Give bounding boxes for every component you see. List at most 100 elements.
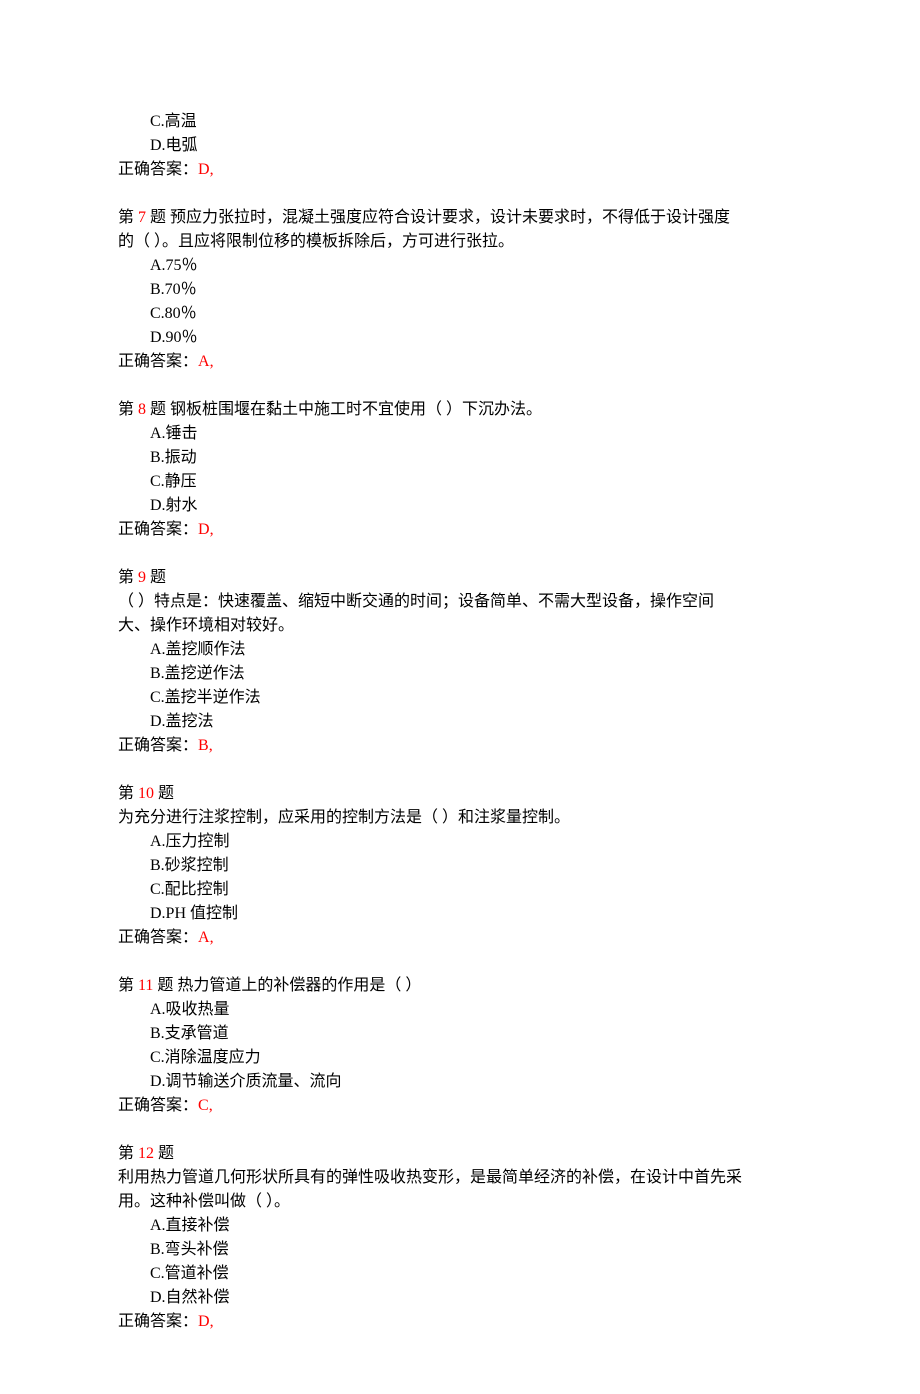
q9-option-a: A.盖挖顺作法: [118, 638, 802, 662]
q8-option-a: A.锤击: [118, 422, 802, 446]
option-text: C.配比控制: [150, 881, 229, 898]
q12-stem-line2: 用。这种补偿叫做（ ）。: [118, 1190, 802, 1214]
q-number: 8: [138, 401, 146, 418]
q12-header: 第 12 题: [118, 1142, 802, 1166]
option-text: A.锤击: [150, 425, 198, 442]
spacer: [118, 374, 802, 398]
option-text: D.调节输送介质流量、流向: [150, 1073, 342, 1090]
option-text: B.70％: [150, 281, 197, 298]
q12-stem-line1: 利用热力管道几何形状所具有的弹性吸收热变形，是最简单经济的补偿，在设计中首先采: [118, 1166, 802, 1190]
option-text: C.高温: [150, 113, 197, 130]
answer-value: D,: [198, 161, 214, 178]
option-text: A.直接补偿: [150, 1217, 230, 1234]
q8-stem: 第 8 题 钢板桩围堰在黏土中施工时不宜使用（ ）下沉办法。: [118, 398, 802, 422]
q9-stem-line1: （ ）特点是：快速覆盖、缩短中断交通的时间；设备简单、不需大型设备，操作空间: [118, 590, 802, 614]
option-text: B.砂浆控制: [150, 857, 229, 874]
page: C.高温 D.电弧 正确答案：D, 第 7 题 预应力张拉时，混凝土强度应符合设…: [0, 0, 920, 1394]
q-prefix: 第: [118, 785, 138, 802]
stem-text: 利用热力管道几何形状所具有的弹性吸收热变形，是最简单经济的补偿，在设计中首先采: [118, 1169, 742, 1186]
option-text: D.盖挖法: [150, 713, 214, 730]
q-number: 10: [138, 785, 154, 802]
q12-option-c: C.管道补偿: [118, 1262, 802, 1286]
q-prefix: 第: [118, 1145, 138, 1162]
q-suffix: 题: [154, 785, 174, 802]
q7-stem-line2: 的（ ）。且应将限制位移的模板拆除后，方可进行张拉。: [118, 230, 802, 254]
q-suffix: 题 预应力张拉时，混凝土强度应符合设计要求，设计未要求时，不得低于设计强度: [146, 209, 730, 226]
stem-text: 大、操作环境相对较好。: [118, 617, 294, 634]
stem-text: （ ）特点是：快速覆盖、缩短中断交通的时间；设备简单、不需大型设备，操作空间: [118, 593, 714, 610]
stem-text: 用。这种补偿叫做（ ）。: [118, 1193, 290, 1210]
option-text: C.80％: [150, 305, 197, 322]
q11-option-c: C.消除温度应力: [118, 1046, 802, 1070]
q7-option-a: A.75％: [118, 254, 802, 278]
q8-option-d: D.射水: [118, 494, 802, 518]
answer-value: A,: [198, 929, 214, 946]
option-text: D.自然补偿: [150, 1289, 230, 1306]
answer-value: D,: [198, 521, 214, 538]
option-text: C.消除温度应力: [150, 1049, 261, 1066]
q12-option-d: D.自然补偿: [118, 1286, 802, 1310]
option-text: C.盖挖半逆作法: [150, 689, 261, 706]
q8-option-c: C.静压: [118, 470, 802, 494]
spacer: [118, 758, 802, 782]
q-prefix: 第: [118, 569, 138, 586]
q-suffix: 题 热力管道上的补偿器的作用是（ ）: [153, 977, 421, 994]
option-text: A.75％: [150, 257, 198, 274]
stem-text: 为充分进行注浆控制，应采用的控制方法是（ ）和注浆量控制。: [118, 809, 570, 826]
q6-option-c: C.高温: [118, 110, 802, 134]
q7-stem-line1: 第 7 题 预应力张拉时，混凝土强度应符合设计要求，设计未要求时，不得低于设计强…: [118, 206, 802, 230]
answer-label: 正确答案：: [118, 1097, 198, 1114]
q6-answer: 正确答案：D,: [118, 158, 802, 182]
option-text: A.吸收热量: [150, 1001, 230, 1018]
answer-label: 正确答案：: [118, 1313, 198, 1330]
option-text: A.盖挖顺作法: [150, 641, 246, 658]
answer-label: 正确答案：: [118, 521, 198, 538]
q11-option-d: D.调节输送介质流量、流向: [118, 1070, 802, 1094]
q7-option-c: C.80％: [118, 302, 802, 326]
q10-option-c: C.配比控制: [118, 878, 802, 902]
q9-answer: 正确答案：B,: [118, 734, 802, 758]
q-suffix: 题 钢板桩围堰在黏土中施工时不宜使用（ ）下沉办法。: [146, 401, 542, 418]
q8-answer: 正确答案：D,: [118, 518, 802, 542]
answer-value: C,: [198, 1097, 213, 1114]
answer-value: D,: [198, 1313, 214, 1330]
option-text: D.90％: [150, 329, 198, 346]
spacer: [118, 542, 802, 566]
q10-option-b: B.砂浆控制: [118, 854, 802, 878]
answer-label: 正确答案：: [118, 353, 198, 370]
option-text: B.盖挖逆作法: [150, 665, 245, 682]
answer-value: B,: [198, 737, 213, 754]
q10-option-a: A.压力控制: [118, 830, 802, 854]
spacer: [118, 1118, 802, 1142]
q-suffix: 题: [154, 1145, 174, 1162]
q7-option-d: D.90％: [118, 326, 802, 350]
q12-option-b: B.弯头补偿: [118, 1238, 802, 1262]
q10-header: 第 10 题: [118, 782, 802, 806]
q6-option-d: D.电弧: [118, 134, 802, 158]
answer-label: 正确答案：: [118, 929, 198, 946]
q9-option-d: D.盖挖法: [118, 710, 802, 734]
q11-option-a: A.吸收热量: [118, 998, 802, 1022]
option-text: A.压力控制: [150, 833, 230, 850]
q10-stem-line1: 为充分进行注浆控制，应采用的控制方法是（ ）和注浆量控制。: [118, 806, 802, 830]
q12-option-a: A.直接补偿: [118, 1214, 802, 1238]
answer-value: A,: [198, 353, 214, 370]
option-text: B.振动: [150, 449, 197, 466]
q11-stem: 第 11 题 热力管道上的补偿器的作用是（ ）: [118, 974, 802, 998]
q-prefix: 第: [118, 209, 138, 226]
q-number: 12: [138, 1145, 154, 1162]
answer-label: 正确答案：: [118, 737, 198, 754]
q9-header: 第 9 题: [118, 566, 802, 590]
q-number: 9: [138, 569, 146, 586]
q-prefix: 第: [118, 977, 138, 994]
option-text: B.支承管道: [150, 1025, 229, 1042]
spacer: [118, 950, 802, 974]
q8-option-b: B.振动: [118, 446, 802, 470]
q10-answer: 正确答案：A,: [118, 926, 802, 950]
stem-text: 的（ ）。且应将限制位移的模板拆除后，方可进行张拉。: [118, 233, 514, 250]
q9-option-b: B.盖挖逆作法: [118, 662, 802, 686]
q12-answer: 正确答案：D,: [118, 1310, 802, 1334]
q11-option-b: B.支承管道: [118, 1022, 802, 1046]
spacer: [118, 182, 802, 206]
option-text: D.PH 值控制: [150, 905, 238, 922]
